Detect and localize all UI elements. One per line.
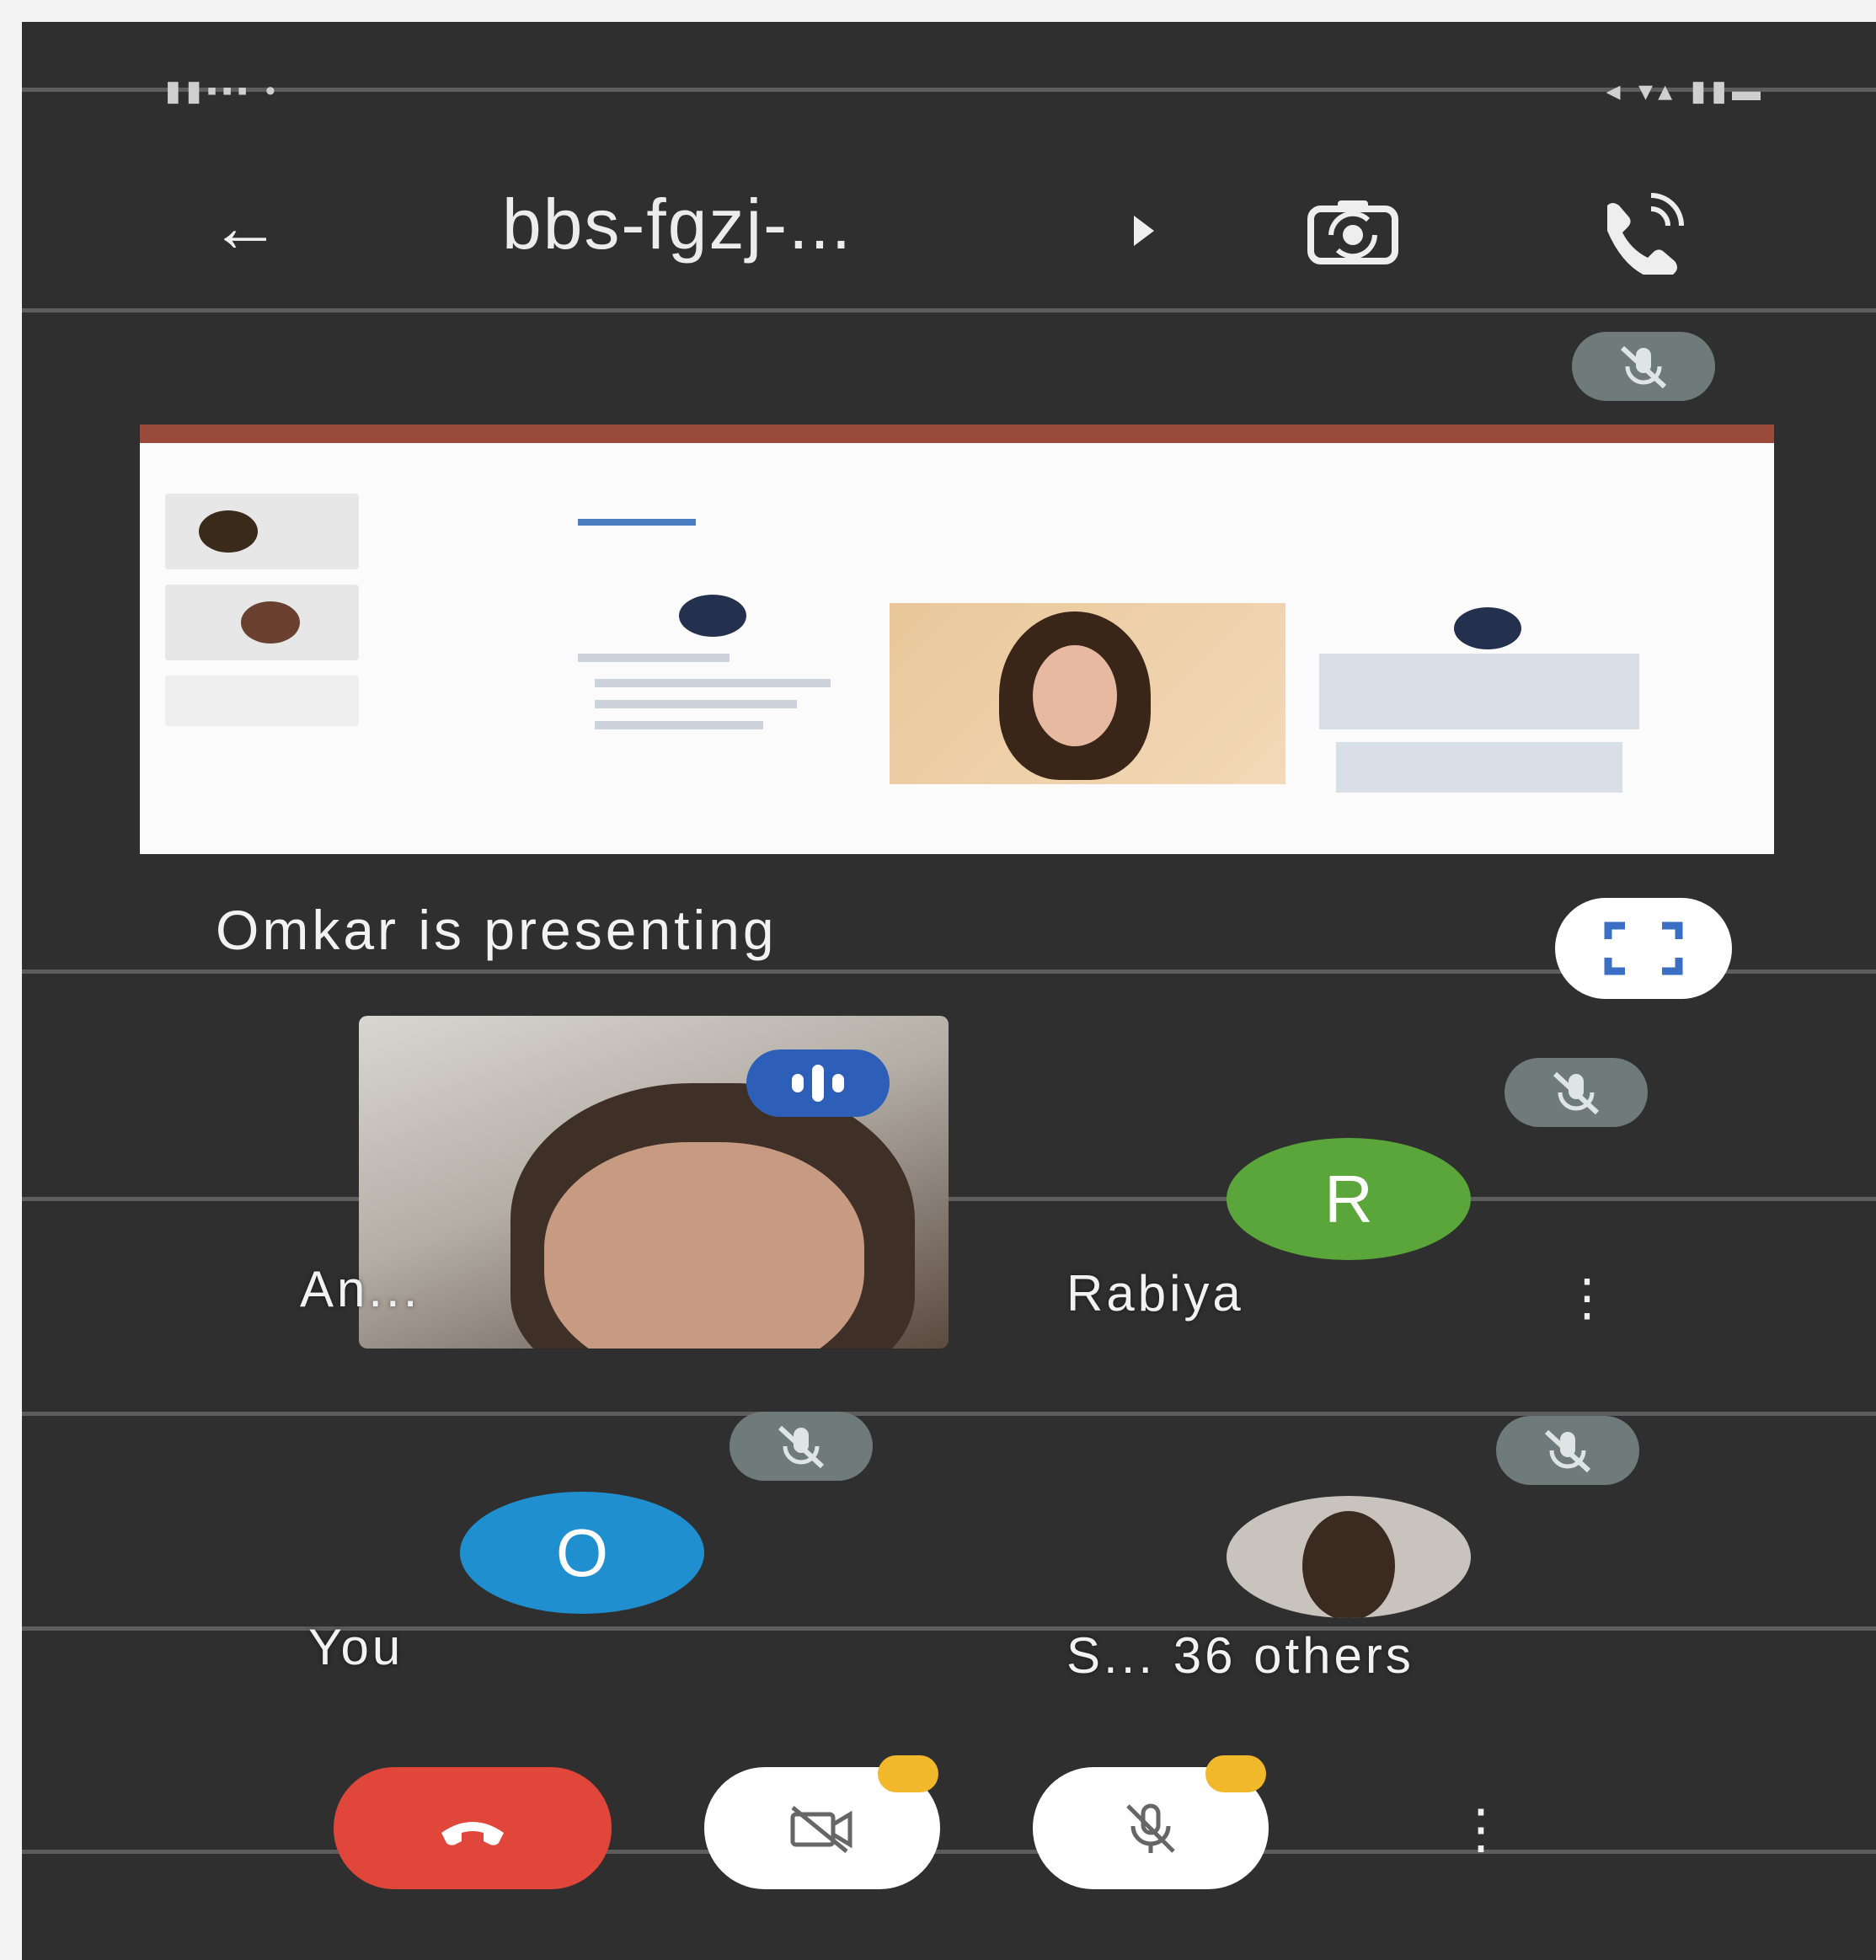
participant-name: Rabiya — [1066, 1265, 1244, 1322]
meeting-title[interactable]: bbs-fgzj-... — [502, 184, 852, 265]
slide-accent-bar — [578, 519, 696, 526]
status-left-icons: ▮▮▪▪▪ • — [165, 75, 281, 107]
scanline — [22, 308, 1876, 312]
more-vertical-icon[interactable]: ⋮ — [1454, 1782, 1508, 1875]
camera-off-icon — [790, 1805, 852, 1853]
camera-warning-badge — [878, 1755, 938, 1792]
participant-mic-off-icon — [730, 1412, 873, 1481]
slide-text-line — [595, 721, 763, 729]
slide-text-line — [595, 679, 831, 687]
call-controls: ⋮ — [22, 1749, 1876, 1900]
slide-thumbnail — [165, 676, 359, 726]
slide-thumbnail — [165, 585, 359, 660]
arrow-left-icon[interactable]: ← — [199, 189, 291, 264]
mic-warning-badge — [1205, 1755, 1266, 1792]
scanline — [22, 1626, 1876, 1631]
slide-text-line — [578, 654, 730, 662]
avatar: R — [1227, 1138, 1471, 1260]
fullscreen-icon — [1604, 921, 1683, 975]
participant-mic-off-icon — [1496, 1416, 1639, 1485]
participant-video — [510, 1083, 915, 1349]
slide-text-block — [1336, 742, 1622, 793]
phone-audio-icon[interactable] — [1589, 190, 1690, 281]
end-call-button[interactable] — [334, 1767, 612, 1889]
presenter-mic-off-icon — [1572, 332, 1715, 401]
slide-photo — [890, 603, 1285, 784]
slide-text-line — [595, 700, 797, 708]
top-bar: ← bbs-fgzj-... — [22, 165, 1876, 291]
slide-logo — [679, 595, 746, 637]
more-vertical-icon[interactable]: ⋮ — [1562, 1268, 1612, 1327]
participant-mic-off-icon — [1505, 1058, 1648, 1127]
fullscreen-button[interactable] — [1555, 898, 1732, 999]
mic-off-icon — [1126, 1803, 1175, 1853]
end-call-icon — [441, 1821, 504, 1845]
avatar — [1227, 1496, 1471, 1618]
presenting-label: Omkar is presenting — [216, 899, 778, 961]
speaking-indicator-icon — [746, 1049, 890, 1117]
status-right-icons: ◂ ▾▴ ▮▮▬ — [1606, 75, 1766, 107]
slide-logo — [1454, 607, 1521, 649]
participant-name: You — [308, 1619, 404, 1675]
slide-thumbnail — [165, 494, 359, 569]
slide-text-block — [1319, 654, 1639, 729]
caret-right-icon[interactable] — [1134, 216, 1154, 246]
avatar: O — [460, 1492, 704, 1614]
status-bar: ▮▮▪▪▪ • ◂ ▾▴ ▮▮▬ — [165, 74, 1766, 108]
scanline — [22, 1197, 1876, 1201]
participant-name[interactable]: S... 36 others — [1066, 1626, 1414, 1685]
switch-camera-icon[interactable] — [1302, 190, 1403, 275]
slide-thumbnails — [165, 494, 359, 814]
participant-name: An... — [300, 1261, 421, 1317]
shared-screen[interactable] — [140, 425, 1774, 854]
meet-call-screen: ▮▮▪▪▪ • ◂ ▾▴ ▮▮▬ ← bbs-fgzj-... Omkar is… — [22, 22, 1876, 1960]
